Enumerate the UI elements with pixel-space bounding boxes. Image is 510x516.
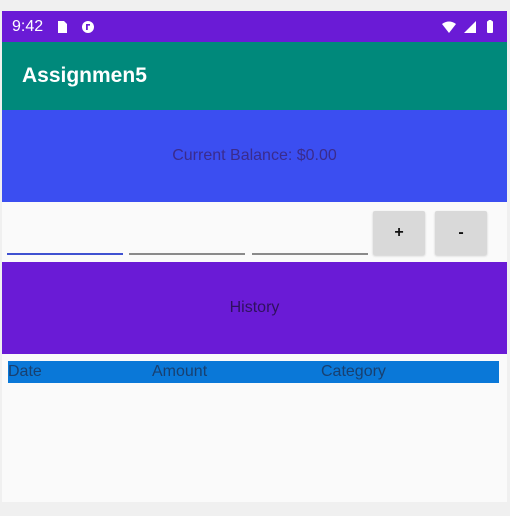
circle-badge-icon [81, 20, 95, 34]
balance-panel: Current Balance: $0.00 [2, 110, 507, 202]
history-title: History [229, 299, 280, 316]
signal-icon [463, 20, 477, 34]
table-header-date: Date [8, 363, 42, 380]
wifi-icon [441, 20, 456, 34]
app-title: Assignmen5 [22, 64, 147, 87]
sd-card-icon [55, 20, 69, 34]
history-panel: History [2, 262, 507, 354]
table-header: Date Amount Category [8, 361, 499, 383]
device-screen: 9:42 Assignmen5 Current Balance: $0.00 +… [2, 11, 507, 502]
input-row: + - [2, 202, 507, 262]
status-bar: 9:42 [2, 11, 507, 42]
entry-field-3[interactable] [252, 217, 368, 255]
table-header-amount: Amount [152, 363, 208, 380]
entry-field-2[interactable] [129, 217, 245, 255]
status-time: 9:42 [12, 17, 44, 35]
status-left: 9:42 [12, 18, 95, 36]
table-header-category: Category [321, 363, 386, 380]
app-bar: Assignmen5 [2, 42, 507, 110]
current-balance-text: Current Balance: $0.00 [172, 147, 337, 164]
status-icons [441, 19, 499, 34]
entry-field-1[interactable] [7, 217, 123, 255]
battery-icon [485, 19, 499, 34]
add-button[interactable]: + [373, 211, 425, 255]
subtract-button[interactable]: - [435, 211, 487, 255]
